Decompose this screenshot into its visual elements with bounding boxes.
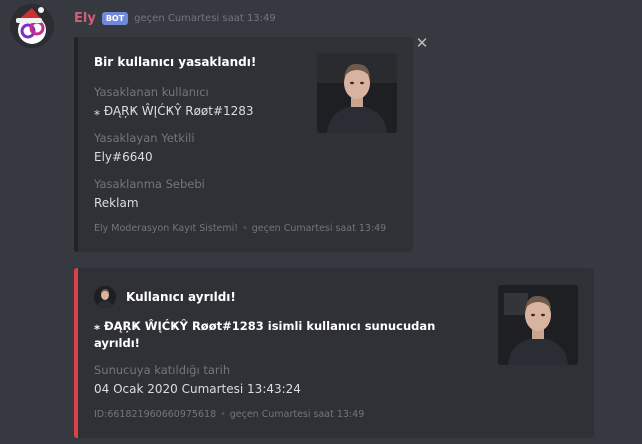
embed-title: Bir kullanıcı yasaklandı! (94, 55, 257, 69)
field-value-moderator: Ely#6640 (94, 150, 153, 164)
ban-embed: Bir kullanıcı yasaklandı! Yasaklanan kul… (74, 37, 413, 252)
field-value-banned-user: ⁎ ÐĄŖҜ ŴĮĆҜŶ Røøt#1283 (94, 104, 254, 118)
field-name-reason: Yasaklanma Sebebi (94, 177, 205, 191)
field-name-moderator: Yasaklayan Yetkili (94, 131, 195, 145)
user-avatar-thumbnail[interactable] (498, 285, 578, 365)
embed-author: Kullanıcı ayrıldı! (126, 290, 236, 304)
embed-footer: ID:661821960660975618 • geçen Cumartesi sa… (94, 409, 365, 420)
field-value-reason: Reklam (94, 196, 139, 210)
field-name-banned-user: Yasaklanan kullanıcı (94, 85, 209, 99)
field-name-join-date: Sunucuya katıldığı tarih (94, 363, 231, 377)
bot-tag: BOT (101, 11, 129, 25)
footer-time: geçen Cumartesi saat 13:49 (229, 409, 365, 420)
embed-description: ⁎ ÐĄŖҜ ŴĮĆҜŶ Røøt#1283 isimli kullanıcı … (94, 319, 436, 350)
footer-text: Ely Moderasyon Kayıt Sistemi! (94, 223, 239, 234)
close-icon[interactable]: ✕ (414, 35, 430, 51)
leave-embed: Kullanıcı ayrıldı! ⁎ ÐĄŖҜ ŴĮĆҜŶ Røøt#128… (74, 268, 594, 438)
embed-footer: Ely Moderasyon Kayıt Sistemi! • geçen Cuma… (94, 223, 387, 234)
username[interactable]: Ely (74, 11, 96, 26)
footer-time: geçen Cumartesi saat 13:49 (251, 223, 387, 234)
message-timestamp: geçen Cumartesi saat 13:49 (134, 12, 276, 24)
author-avatar-icon[interactable] (94, 286, 116, 308)
field-value-join-date: 04 Ocak 2020 Cumartesi 13:43:24 (94, 382, 301, 396)
message-header: Ely BOT geçen Cumartesi saat 13:49 (74, 8, 276, 28)
bot-avatar[interactable] (10, 4, 54, 48)
user-avatar-thumbnail[interactable] (317, 53, 397, 133)
footer-text: ID:661821960660975618 (94, 409, 217, 420)
